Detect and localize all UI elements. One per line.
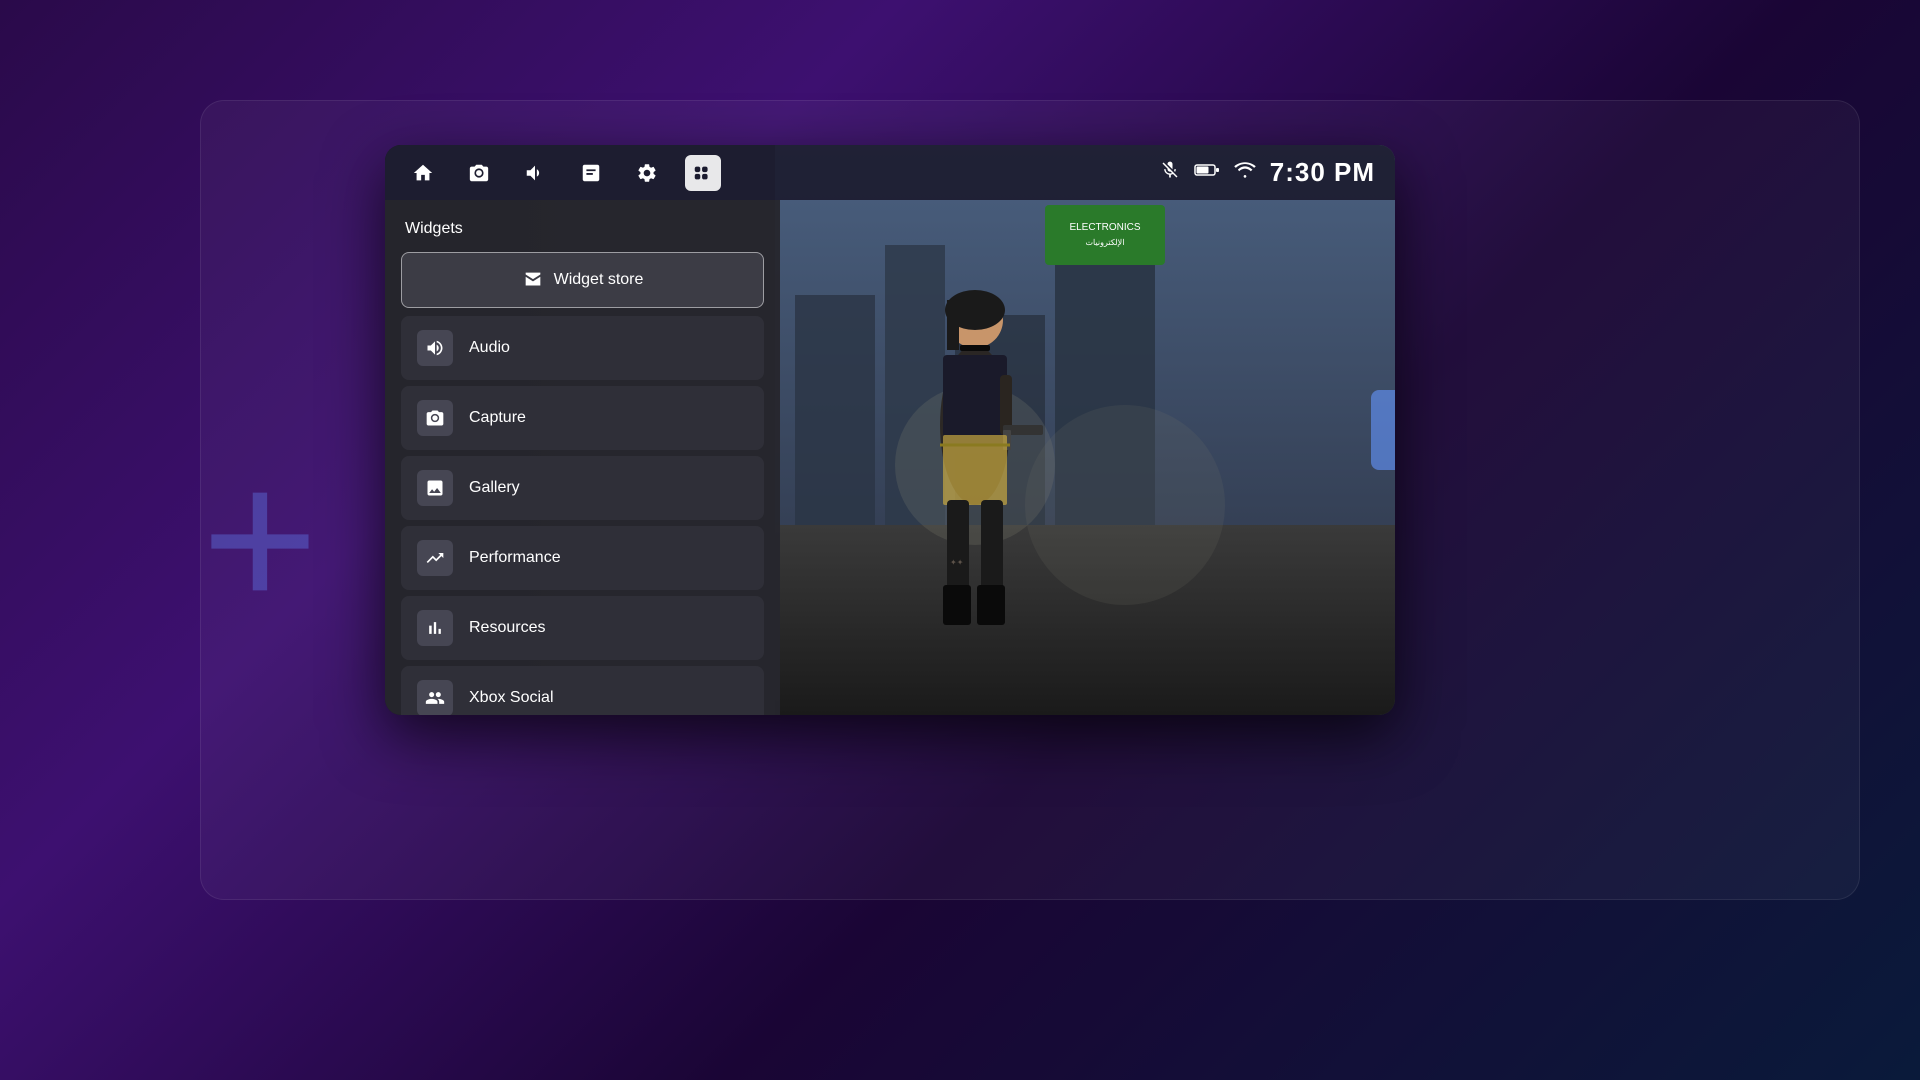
- gallery-item-icon: [417, 470, 453, 506]
- performance-item-label: Performance: [469, 549, 561, 567]
- gallery-nav-icon[interactable]: [573, 155, 609, 191]
- widgets-panel: Widgets Widget store Audio Cap: [385, 200, 780, 715]
- nav-icons-group: [405, 155, 1160, 191]
- audio-item-icon: [417, 330, 453, 366]
- widgets-title: Widgets: [401, 220, 764, 238]
- xbox-social-item-label: Xbox Social: [469, 689, 554, 707]
- performance-widget-item[interactable]: Performance: [401, 526, 764, 590]
- status-icons-group: 7:30 PM: [1160, 157, 1375, 188]
- capture-item-icon: [417, 400, 453, 436]
- svg-text:ELECTRONICS: ELECTRONICS: [1069, 222, 1140, 233]
- resources-widget-item[interactable]: Resources: [401, 596, 764, 660]
- main-window: ELECTRONICS الإلكترونيات: [385, 145, 1395, 715]
- mic-muted-icon: [1160, 160, 1180, 185]
- gallery-item-label: Gallery: [469, 479, 520, 497]
- capture-item-label: Capture: [469, 409, 526, 427]
- decorative-cross: [180, 460, 340, 620]
- svg-text:الإلكترونيات: الإلكترونيات: [1086, 238, 1125, 247]
- svg-text:✦✦: ✦✦: [950, 558, 964, 567]
- audio-nav-icon[interactable]: [517, 155, 553, 191]
- gallery-widget-item[interactable]: Gallery: [401, 456, 764, 520]
- widget-store-button[interactable]: Widget store: [401, 252, 764, 308]
- battery-icon: [1194, 162, 1220, 183]
- settings-nav-icon[interactable]: [629, 155, 665, 191]
- home-nav-icon[interactable]: [405, 155, 441, 191]
- capture-nav-icon[interactable]: [461, 155, 497, 191]
- game-scene-svg: ELECTRONICS الإلكترونيات: [775, 145, 1395, 715]
- store-icon: [522, 269, 544, 291]
- widget-store-label: Widget store: [554, 271, 644, 289]
- time-display: 7:30 PM: [1270, 157, 1375, 188]
- topbar: 7:30 PM: [385, 145, 1395, 200]
- wifi-icon: [1234, 161, 1256, 184]
- xbox-social-item-icon: [417, 680, 453, 715]
- performance-item-icon: [417, 540, 453, 576]
- xbox-social-widget-item[interactable]: Xbox Social: [401, 666, 764, 715]
- audio-item-label: Audio: [469, 339, 510, 357]
- capture-widget-item[interactable]: Capture: [401, 386, 764, 450]
- resources-item-icon: [417, 610, 453, 646]
- audio-widget-item[interactable]: Audio: [401, 316, 764, 380]
- resources-item-label: Resources: [469, 619, 545, 637]
- side-tab[interactable]: [1371, 390, 1395, 470]
- widgets-nav-icon[interactable]: [685, 155, 721, 191]
